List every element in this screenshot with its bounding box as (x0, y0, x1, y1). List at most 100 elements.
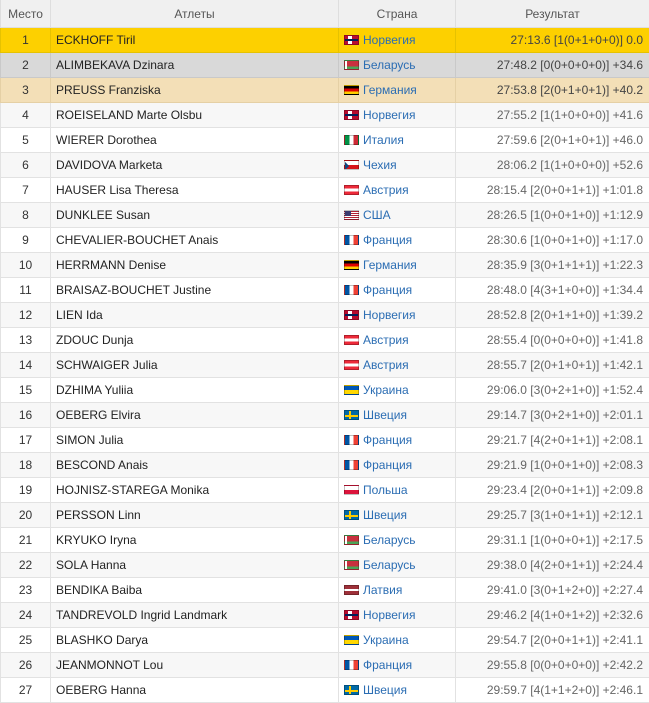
place-cell: 23 (1, 578, 51, 603)
athlete-name: DZHIMA Yuliia (51, 378, 339, 403)
country-cell: Норвегия (339, 103, 456, 128)
result-cell: 27:59.6 [2(0+1+0+1)] +46.0 (456, 128, 649, 153)
ukraine-flag-icon (344, 635, 359, 645)
country-link[interactable]: Норвегия (363, 33, 416, 47)
result-cell: 28:30.6 [1(0+0+1+0)] +1:17.0 (456, 228, 649, 253)
country-link[interactable]: Франция (363, 433, 412, 447)
country-link[interactable]: Германия (363, 258, 417, 272)
country-link[interactable]: Австрия (363, 333, 409, 347)
header-result[interactable]: Результат (456, 0, 649, 28)
country-link[interactable]: Швеция (363, 683, 407, 697)
athlete-name: BESCOND Anais (51, 453, 339, 478)
belarus-flag-icon (344, 535, 359, 545)
france-flag-icon (344, 285, 359, 295)
country-cell: Швеция (339, 503, 456, 528)
country-link[interactable]: Украина (363, 383, 409, 397)
table-row: 20PERSSON LinnШвеция29:25.7 [3(1+0+1+1)]… (1, 503, 649, 528)
country-cell: Франция (339, 278, 456, 303)
place-cell: 8 (1, 203, 51, 228)
country-cell: Австрия (339, 178, 456, 203)
place-cell: 22 (1, 553, 51, 578)
country-link[interactable]: Швеция (363, 408, 407, 422)
country-link[interactable]: Италия (363, 133, 404, 147)
norway-flag-icon (344, 310, 359, 320)
header-place[interactable]: Место (1, 0, 51, 28)
country-cell: Украина (339, 378, 456, 403)
country-cell: Украина (339, 628, 456, 653)
poland-flag-icon (344, 485, 359, 495)
athlete-name: OEBERG Elvira (51, 403, 339, 428)
place-cell: 16 (1, 403, 51, 428)
table-row: 13ZDOUC DunjaАвстрия28:55.4 [0(0+0+0+0)]… (1, 328, 649, 353)
country-link[interactable]: Германия (363, 83, 417, 97)
country-link[interactable]: Швеция (363, 508, 407, 522)
country-cell: Норвегия (339, 303, 456, 328)
place-cell: 7 (1, 178, 51, 203)
athlete-name: JEANMONNOT Lou (51, 653, 339, 678)
country-link[interactable]: Норвегия (363, 608, 416, 622)
country-link[interactable]: США (363, 208, 391, 222)
athlete-name: BENDIKA Baiba (51, 578, 339, 603)
athlete-name: KRYUKO Iryna (51, 528, 339, 553)
country-link[interactable]: Беларусь (363, 558, 415, 572)
results-body: 1ECKHOFF TirilНорвегия27:13.6 [1(0+1+0+0… (1, 28, 649, 703)
country-cell: Германия (339, 78, 456, 103)
athlete-name: WIERER Dorothea (51, 128, 339, 153)
result-cell: 29:38.0 [4(2+0+1+1)] +2:24.4 (456, 553, 649, 578)
country-link[interactable]: Беларусь (363, 533, 415, 547)
header-country[interactable]: Страна (339, 0, 456, 28)
country-link[interactable]: Норвегия (363, 308, 416, 322)
country-link[interactable]: Франция (363, 458, 412, 472)
result-cell: 29:46.2 [4(1+0+1+2)] +2:32.6 (456, 603, 649, 628)
athlete-name: DAVIDOVA Marketa (51, 153, 339, 178)
table-row: 6DAVIDOVA MarketaЧехия28:06.2 [1(1+0+0+0… (1, 153, 649, 178)
result-cell: 29:54.7 [2(0+0+1+1)] +2:41.1 (456, 628, 649, 653)
belarus-flag-icon (344, 560, 359, 570)
italy-flag-icon (344, 135, 359, 145)
place-cell: 21 (1, 528, 51, 553)
country-link[interactable]: Польша (363, 483, 408, 497)
result-cell: 28:55.4 [0(0+0+0+0)] +1:41.8 (456, 328, 649, 353)
table-row: 3PREUSS FranziskaГермания27:53.8 [2(0+1+… (1, 78, 649, 103)
result-cell: 27:13.6 [1(0+1+0+0)] 0.0 (456, 28, 649, 53)
athlete-name: PREUSS Franziska (51, 78, 339, 103)
result-cell: 28:06.2 [1(1+0+0+0)] +52.6 (456, 153, 649, 178)
place-cell: 26 (1, 653, 51, 678)
header-athletes[interactable]: Атлеты (51, 0, 339, 28)
table-row: 17SIMON JuliaФранция29:21.7 [4(2+0+1+1)]… (1, 428, 649, 453)
table-row: 21KRYUKO IrynaБеларусь29:31.1 [1(0+0+0+1… (1, 528, 649, 553)
austria-flag-icon (344, 335, 359, 345)
france-flag-icon (344, 235, 359, 245)
norway-flag-icon (344, 35, 359, 45)
country-cell: Швеция (339, 403, 456, 428)
austria-flag-icon (344, 360, 359, 370)
sweden-flag-icon (344, 685, 359, 695)
table-row: 14SCHWAIGER JuliaАвстрия28:55.7 [2(0+1+0… (1, 353, 649, 378)
country-link[interactable]: Беларусь (363, 58, 415, 72)
place-cell: 18 (1, 453, 51, 478)
country-link[interactable]: Франция (363, 283, 412, 297)
country-link[interactable]: Чехия (363, 158, 397, 172)
place-cell: 10 (1, 253, 51, 278)
country-cell: Франция (339, 228, 456, 253)
sweden-flag-icon (344, 510, 359, 520)
result-cell: 29:06.0 [3(0+2+1+0)] +1:52.4 (456, 378, 649, 403)
country-link[interactable]: Австрия (363, 358, 409, 372)
country-link[interactable]: Украина (363, 633, 409, 647)
country-link[interactable]: Норвегия (363, 108, 416, 122)
result-cell: 29:59.7 [4(1+1+2+0)] +2:46.1 (456, 678, 649, 703)
country-link[interactable]: Франция (363, 233, 412, 247)
result-cell: 27:55.2 [1(1+0+0+0)] +41.6 (456, 103, 649, 128)
result-cell: 27:53.8 [2(0+1+0+1)] +40.2 (456, 78, 649, 103)
place-cell: 19 (1, 478, 51, 503)
country-link[interactable]: Австрия (363, 183, 409, 197)
country-link[interactable]: Франция (363, 658, 412, 672)
table-row: 18BESCOND AnaisФранция29:21.9 [1(0+0+1+0… (1, 453, 649, 478)
table-row: 23BENDIKA BaibaЛатвия29:41.0 [3(0+1+2+0)… (1, 578, 649, 603)
result-cell: 28:52.8 [2(0+1+1+0)] +1:39.2 (456, 303, 649, 328)
france-flag-icon (344, 435, 359, 445)
country-link[interactable]: Латвия (363, 583, 402, 597)
country-cell: Австрия (339, 353, 456, 378)
athlete-name: SOLA Hanna (51, 553, 339, 578)
country-cell: Германия (339, 253, 456, 278)
